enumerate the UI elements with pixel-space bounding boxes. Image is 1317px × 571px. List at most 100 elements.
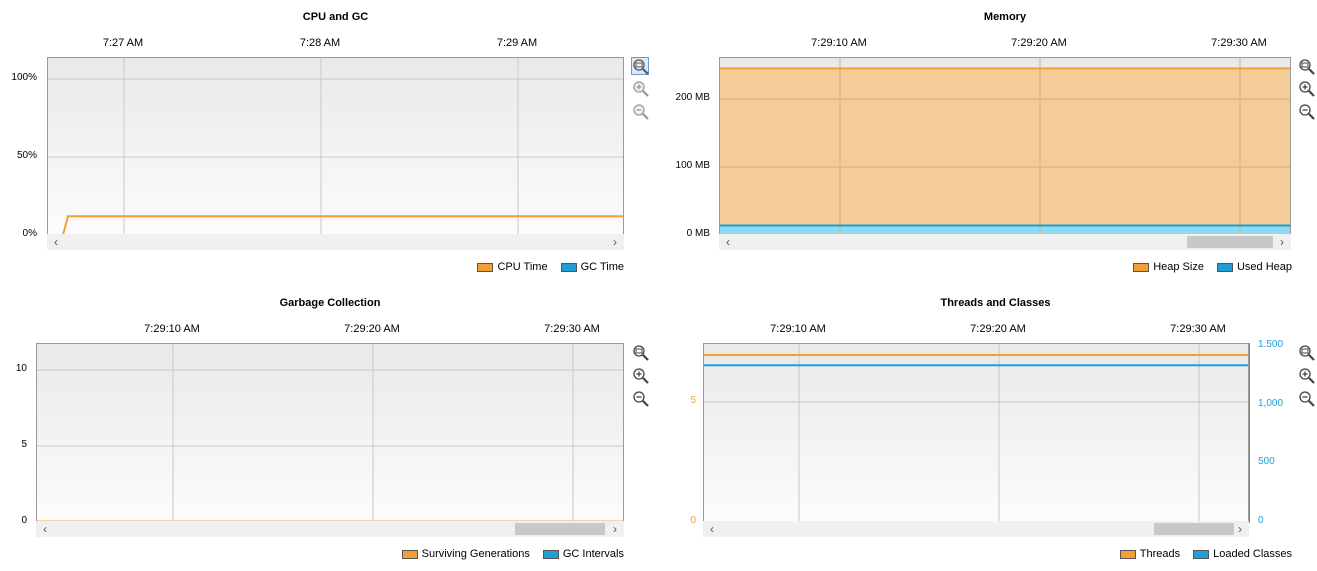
threads-ytick-left: 5 [690, 395, 696, 406]
zoom-out-icon[interactable] [632, 390, 650, 408]
legend-swatch [1133, 262, 1150, 272]
threads-legend: Threads Loaded Classes [1107, 548, 1292, 560]
legend-item: Surviving Generations [401, 548, 530, 560]
legend-item: GC Intervals [542, 548, 624, 560]
gc-ytick: 0 [21, 515, 27, 526]
memory-plot [719, 57, 1291, 235]
cpu-gc-xtick: 7:27 AM [102, 37, 144, 49]
cpu-gc-ytick: 100% [11, 72, 37, 83]
heap-size-area [720, 68, 1290, 234]
cpu-gc-legend: CPU Time GC Time [464, 261, 624, 273]
gc-scrollbar[interactable]: ‹ › [36, 521, 624, 537]
cpu-time-series [62, 215, 623, 234]
legend-item: CPU Time [477, 261, 548, 273]
cpu-gc-scrollbar[interactable]: ‹ › [47, 234, 624, 250]
legend-item: Used Heap [1216, 261, 1292, 273]
threads-ytick-left: 0 [690, 515, 696, 526]
memory-ytick: 100 MB [675, 160, 710, 171]
cpu-gc-xtick: 7:29 AM [496, 37, 538, 49]
gc-ytick: 5 [21, 439, 27, 450]
legend-label: GC Time [580, 261, 624, 273]
gc-plot [36, 343, 624, 523]
cpu-gc-ytick: 0% [22, 228, 37, 239]
memory-legend: Heap Size Used Heap [1120, 261, 1292, 273]
zoom-fit-icon[interactable] [1298, 58, 1316, 76]
cpu-gc-ytick: 50% [16, 150, 37, 161]
legend-label: Surviving Generations [421, 548, 530, 560]
threads-ytick-right: 1,000 [1258, 398, 1284, 409]
threads-ytick-right: 0 [1258, 515, 1264, 526]
threads-panel: Threads and Classes 7:29:10 AM 7:29:20 A… [660, 286, 1317, 571]
threads-xtick: 7:29:20 AM [970, 323, 1026, 335]
memory-title: Memory [983, 11, 1027, 23]
memory-xtick: 7:29:30 AM [1211, 37, 1267, 49]
legend-swatch [560, 262, 577, 272]
threads-plot [703, 343, 1249, 523]
gc-legend: Surviving Generations GC Intervals [389, 548, 624, 560]
threads-right-axis [1249, 343, 1250, 523]
threads-ytick-right: 1,500 [1258, 339, 1284, 347]
legend-swatch [542, 549, 559, 559]
legend-item: GC Time [560, 261, 624, 273]
gc-ytick: 10 [15, 363, 27, 374]
cpu-gc-xtick: 7:28 AM [299, 37, 341, 49]
scroll-right-icon[interactable]: › [1275, 234, 1289, 250]
legend-swatch [477, 262, 494, 272]
memory-panel: Memory 7:29:10 AM 7:29:20 AM 7:29:30 AM … [660, 0, 1317, 285]
legend-item: Threads [1119, 548, 1181, 560]
legend-label: Loaded Classes [1213, 548, 1292, 560]
threads-title: Threads and Classes [940, 297, 1051, 309]
legend-label: Heap Size [1153, 261, 1204, 273]
scroll-right-icon[interactable]: › [608, 234, 622, 250]
threads-xtick: 7:29:10 AM [770, 323, 826, 335]
zoom-in-icon[interactable] [1298, 367, 1316, 385]
gc-xtick: 7:29:30 AM [544, 323, 600, 335]
gc-scroll-thumb[interactable] [515, 523, 605, 535]
legend-swatch [1119, 549, 1136, 559]
memory-scrollbar[interactable]: ‹ › [719, 234, 1291, 250]
legend-item: Heap Size [1133, 261, 1204, 273]
scroll-right-icon[interactable]: › [608, 521, 622, 537]
threads-xtick: 7:29:30 AM [1170, 323, 1226, 335]
legend-swatch [1216, 262, 1233, 272]
zoom-out-icon[interactable] [1298, 390, 1316, 408]
threads-ytick-right: 500 [1258, 456, 1275, 467]
legend-label: GC Intervals [562, 548, 624, 560]
threads-scrollbar[interactable]: ‹ › [703, 521, 1249, 537]
legend-item: Loaded Classes [1193, 548, 1292, 560]
scroll-left-icon[interactable]: ‹ [721, 234, 735, 250]
cpu-gc-svg [48, 58, 623, 234]
cpu-gc-plot [47, 57, 624, 235]
scroll-left-icon[interactable]: ‹ [705, 521, 719, 537]
cpu-gc-title: CPU and GC [302, 11, 369, 23]
zoom-out-icon[interactable] [1298, 103, 1316, 121]
legend-label: Threads [1139, 548, 1181, 560]
zoom-out-icon[interactable] [632, 103, 650, 121]
gc-title: Garbage Collection [279, 297, 381, 309]
memory-ytick: 200 MB [675, 92, 710, 103]
legend-label: Used Heap [1236, 261, 1292, 273]
legend-swatch [401, 549, 418, 559]
gc-svg [37, 344, 623, 522]
zoom-fit-icon[interactable] [631, 57, 649, 75]
memory-ytick: 0 MB [686, 228, 710, 239]
gc-xtick: 7:29:10 AM [144, 323, 200, 335]
threads-scroll-thumb[interactable] [1154, 523, 1234, 535]
gc-xtick: 7:29:20 AM [344, 323, 400, 335]
legend-swatch [1193, 549, 1210, 559]
scroll-left-icon[interactable]: ‹ [49, 234, 63, 250]
gc-panel: Garbage Collection 7:29:10 AM 7:29:20 AM… [0, 286, 660, 571]
zoom-in-icon[interactable] [632, 80, 650, 98]
memory-xtick: 7:29:20 AM [1011, 37, 1067, 49]
zoom-fit-icon[interactable] [632, 344, 650, 362]
scroll-right-icon[interactable]: › [1233, 521, 1247, 537]
scroll-left-icon[interactable]: ‹ [38, 521, 52, 537]
threads-svg [704, 344, 1248, 522]
zoom-in-icon[interactable] [632, 367, 650, 385]
zoom-fit-icon[interactable] [1298, 344, 1316, 362]
zoom-in-icon[interactable] [1298, 80, 1316, 98]
memory-xtick: 7:29:10 AM [811, 37, 867, 49]
memory-scroll-thumb[interactable] [1187, 236, 1273, 248]
cpu-gc-panel: CPU and GC 7:27 AM 7:28 AM 7:29 AM 100% … [0, 0, 660, 285]
legend-label: CPU Time [497, 261, 548, 273]
